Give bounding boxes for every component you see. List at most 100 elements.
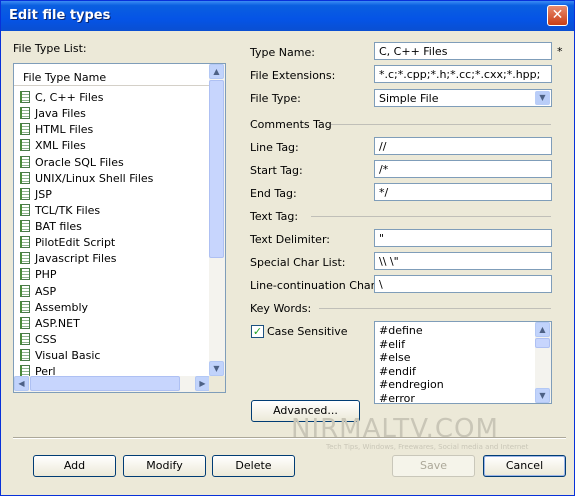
keywords-scroll-thumb[interactable] [535,338,550,348]
start-tag-input[interactable]: /* [374,160,552,178]
file-type-icon [20,155,30,168]
keyword-item[interactable]: #else [375,351,535,365]
list-item-label: XML Files [35,139,86,153]
list-item[interactable]: TCL/TK Files [14,203,210,219]
save-button[interactable]: Save [392,455,475,477]
line-continuation-input[interactable]: \ [374,275,552,293]
file-extensions-label: File Extensions: [250,69,336,82]
list-item-label: HTML Files [35,123,94,137]
type-name-input[interactable]: C, C++ Files [374,42,552,60]
horizontal-scroll-thumb[interactable] [30,376,180,391]
list-item[interactable]: XML Files [14,138,210,154]
chevron-down-icon[interactable]: ▼ [535,91,550,105]
line-tag-input[interactable]: // [374,137,552,155]
modify-button[interactable]: Modify [123,455,206,477]
file-type-icon [20,268,30,281]
file-type-list[interactable]: File Type Name C, C++ Files Java Files HTM… [13,63,226,393]
comments-tag-heading: Comments Tag [250,118,332,131]
list-vertical-scrollbar[interactable]: ▲ ▼ [209,64,225,376]
case-sensitive-checkbox[interactable]: ✓ [251,325,264,338]
special-char-input[interactable]: \\ \" [374,252,552,270]
list-item[interactable]: UNIX/Linux Shell Files [14,171,210,187]
file-type-icon [20,300,30,313]
keywords-scroll-down-icon[interactable]: ▼ [535,388,550,403]
list-item[interactable]: Visual Basic [14,348,210,364]
list-item[interactable]: PilotEdit Script [14,235,210,251]
key-words-separator [319,308,551,309]
list-item[interactable]: C, C++ Files [14,90,210,106]
text-delimiter-input[interactable]: " [374,229,552,247]
list-item-label: Javascript Files [35,252,117,266]
text-tag-heading: Text Tag: [250,210,299,223]
keywords-scroll-up-icon[interactable]: ▲ [535,322,550,337]
file-type-icon [20,187,30,200]
list-item[interactable]: JSP [14,187,210,203]
vertical-scroll-thumb[interactable] [209,80,224,258]
file-type-icon [20,171,30,184]
close-icon: ✕ [551,7,564,23]
watermark-tagline: Tech Tips, Windows, Freewares, Social me… [326,443,529,451]
list-item[interactable]: BAT files [14,219,210,235]
key-words-heading: Key Words: [250,302,312,315]
list-item[interactable]: Javascript Files [14,251,210,267]
list-item[interactable]: HTML Files [14,122,210,138]
list-item-label: PilotEdit Script [35,236,116,250]
keyword-item[interactable]: #define [375,324,535,338]
text-tag-separator [311,216,551,217]
scroll-right-icon[interactable]: ▶ [195,376,210,391]
delete-button[interactable]: Delete [212,455,295,477]
scroll-down-icon[interactable]: ▼ [209,361,224,376]
file-type-label: File Type: [250,92,301,105]
cancel-button[interactable]: Cancel [483,455,566,477]
edit-file-types-dialog: Edit file types ✕ File Type List: File T… [0,0,575,496]
end-tag-input[interactable]: */ [374,183,552,201]
file-type-items: C, C++ Files Java Files HTML Files XML File… [14,90,210,380]
file-type-select[interactable]: Simple File ▼ [374,89,552,107]
file-type-icon [20,316,30,329]
list-item[interactable]: Java Files [14,106,210,122]
special-char-label: Special Char List: [250,256,346,269]
title-bar: Edit file types ✕ [1,1,574,31]
required-mark: * [557,45,563,58]
list-item-label: Oracle SQL Files [35,155,124,169]
list-item-label: CSS [35,332,57,346]
list-item[interactable]: ASP [14,284,210,300]
list-item-label: PHP [35,268,57,282]
window-title: Edit file types [9,8,111,23]
file-type-list-label: File Type List: [13,42,87,55]
column-header-file-type-name[interactable]: File Type Name [14,64,210,86]
keywords-list[interactable]: #define #elif #else #endif #endregion #error … [374,321,552,404]
list-item[interactable]: Assembly [14,300,210,316]
list-item[interactable]: ASP.NET [14,316,210,332]
scroll-corner [209,376,225,392]
list-item-label: Java Files [35,107,86,121]
list-item-label: JSP [35,187,52,201]
scroll-up-icon[interactable]: ▲ [209,64,224,79]
list-item[interactable]: CSS [14,332,210,348]
list-horizontal-scrollbar[interactable]: ◀ ▶ [14,376,210,392]
keyword-items: #define #elif #else #endif #endregion #error [375,324,535,403]
add-button[interactable]: Add [33,455,116,477]
keyword-item[interactable]: #error [375,392,535,403]
file-type-icon [20,107,30,120]
list-item[interactable]: PHP [14,267,210,283]
keyword-item[interactable]: #elif [375,338,535,352]
keyword-item[interactable]: #endregion [375,378,535,392]
scroll-left-icon[interactable]: ◀ [14,376,29,391]
text-delimiter-label: Text Delimiter: [250,233,330,246]
list-item[interactable]: Oracle SQL Files [14,155,210,171]
list-item-label: Assembly [35,300,89,314]
list-item-label: Visual Basic [35,349,101,362]
file-extensions-input[interactable]: *.c;*.cpp;*.h;*.cc;*.cxx;*.hpp; [374,65,552,83]
case-sensitive-label[interactable]: Case Sensitive [267,325,348,338]
keyword-item[interactable]: #endif [375,365,535,379]
file-type-icon [20,332,30,345]
close-button[interactable]: ✕ [547,5,568,26]
watermark-logo: NIRMALTV.COM [291,414,499,444]
checkmark-icon: ✓ [252,325,263,338]
list-item-label: BAT files [35,220,82,233]
file-type-icon [20,91,30,103]
list-item-label: ASP.NET [35,316,80,330]
keywords-vertical-scrollbar[interactable]: ▲ ▼ [535,322,551,403]
list-item-label: UNIX/Linux Shell Files [35,171,154,185]
